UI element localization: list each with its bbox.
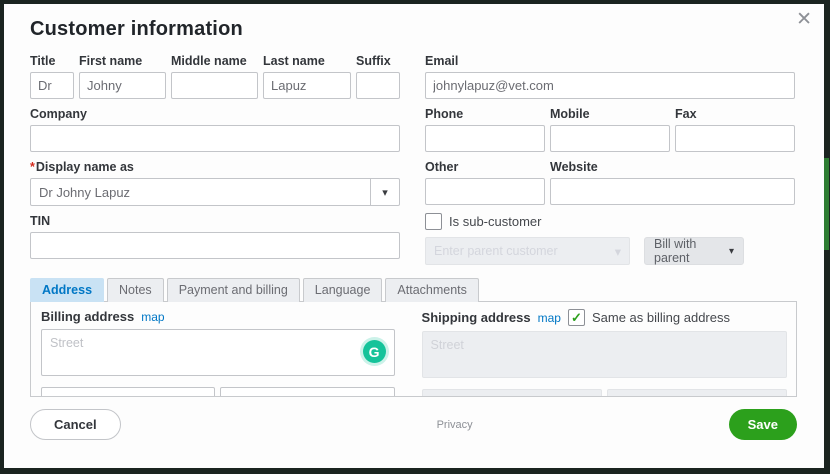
tab-address[interactable]: Address [30, 278, 105, 302]
chevron-down-icon: ▾ [728, 245, 734, 257]
tin-label: TIN [30, 214, 51, 228]
shipping-state-input [606, 389, 788, 396]
mobile-input[interactable] [550, 125, 670, 152]
billing-address-section: Billing address map G [41, 309, 395, 396]
last-name-input[interactable] [263, 72, 351, 99]
other-label: Other [425, 160, 459, 174]
shipping-map-link[interactable]: map [538, 311, 561, 325]
billing-street-input[interactable] [41, 329, 395, 376]
tin-input[interactable] [30, 232, 400, 259]
dialog-title: Customer information [30, 18, 243, 40]
tab-language[interactable]: Language [302, 278, 383, 302]
same-as-billing-checkbox[interactable]: ✓ [567, 309, 585, 326]
is-sub-customer-row: Is sub-customer [425, 213, 795, 230]
billing-city-input[interactable] [41, 387, 216, 396]
mobile-label: Mobile [550, 107, 590, 121]
suffix-input[interactable] [356, 72, 400, 99]
parent-customer-row: Enter parent customer ▾ Bill with parent… [425, 237, 795, 265]
display-name-value: Dr Johny Lapuz [39, 184, 131, 200]
billing-state-input[interactable] [220, 387, 395, 396]
last-name-label: Last name [263, 54, 325, 68]
form-right-column: Email Phone Mobile Fax [425, 54, 795, 265]
billing-map-link[interactable]: map [141, 310, 164, 324]
chevron-down-icon[interactable]: ▾ [370, 179, 399, 205]
check-icon: ✓ [571, 309, 582, 325]
same-as-billing-label: Same as billing address [591, 310, 730, 325]
middle-name-label: Middle name [171, 54, 247, 68]
billing-address-label: Billing address [41, 309, 135, 324]
parent-customer-select: Enter parent customer ▾ [425, 237, 630, 265]
tab-attachments[interactable]: Attachments [385, 278, 479, 302]
website-input[interactable] [550, 178, 795, 205]
company-input[interactable] [30, 125, 400, 152]
tab-notes[interactable]: Notes [107, 278, 164, 302]
phone-input[interactable] [425, 125, 545, 152]
close-icon[interactable]: ✕ [796, 10, 812, 29]
shipping-address-label: Shipping address [421, 310, 531, 325]
first-name-input[interactable] [79, 72, 166, 99]
bill-with-parent-dropdown[interactable]: Bill with parent ▾ [644, 237, 744, 265]
shipping-city-input [421, 389, 602, 396]
parent-customer-placeholder: Enter parent customer [434, 244, 558, 258]
shipping-street-input [421, 331, 787, 378]
phone-label: Phone [425, 107, 464, 121]
email-label: Email [425, 54, 459, 68]
company-label: Company [30, 107, 87, 121]
grammarly-icon[interactable]: G [362, 340, 386, 363]
title-input[interactable] [30, 72, 74, 99]
required-asterisk: * [30, 160, 35, 174]
fax-label: Fax [675, 107, 697, 121]
chevron-down-icon: ▾ [614, 244, 621, 259]
dialog-footer: Cancel Privacy Save [4, 397, 824, 440]
detail-tabs: Address Notes Payment and billing Langua… [30, 278, 797, 302]
tab-payment-and-billing[interactable]: Payment and billing [166, 278, 300, 302]
display-name-label: *Display name as [30, 160, 134, 174]
customer-information-dialog: ✕ Customer information Title First name [4, 4, 824, 468]
bill-with-parent-value: Bill with parent [654, 237, 697, 265]
shipping-address-section: Shipping address map ✓ Same as billing a… [421, 309, 788, 396]
fax-input[interactable] [675, 125, 795, 152]
privacy-link[interactable]: Privacy [437, 419, 473, 431]
title-label: Title [30, 54, 56, 68]
first-name-label: First name [79, 54, 143, 68]
email-input[interactable] [425, 72, 795, 99]
website-label: Website [550, 160, 598, 174]
address-tab-panel: Billing address map G [30, 301, 797, 397]
other-input[interactable] [425, 178, 545, 205]
is-sub-customer-label: Is sub-customer [449, 214, 542, 229]
middle-name-input[interactable] [171, 72, 258, 99]
suffix-label: Suffix [356, 54, 391, 68]
is-sub-customer-checkbox[interactable] [425, 213, 442, 230]
save-button[interactable]: Save [728, 409, 797, 440]
customer-form: Title First name Middle name Last n [30, 54, 797, 265]
screen-frame: ✕ Customer information Title First name [0, 0, 830, 474]
background-page-sliver [824, 158, 829, 250]
form-left-column: Title First name Middle name Last n [30, 54, 400, 265]
cancel-button[interactable]: Cancel [30, 409, 121, 440]
display-name-select[interactable]: Dr Johny Lapuz ▾ [30, 178, 400, 206]
